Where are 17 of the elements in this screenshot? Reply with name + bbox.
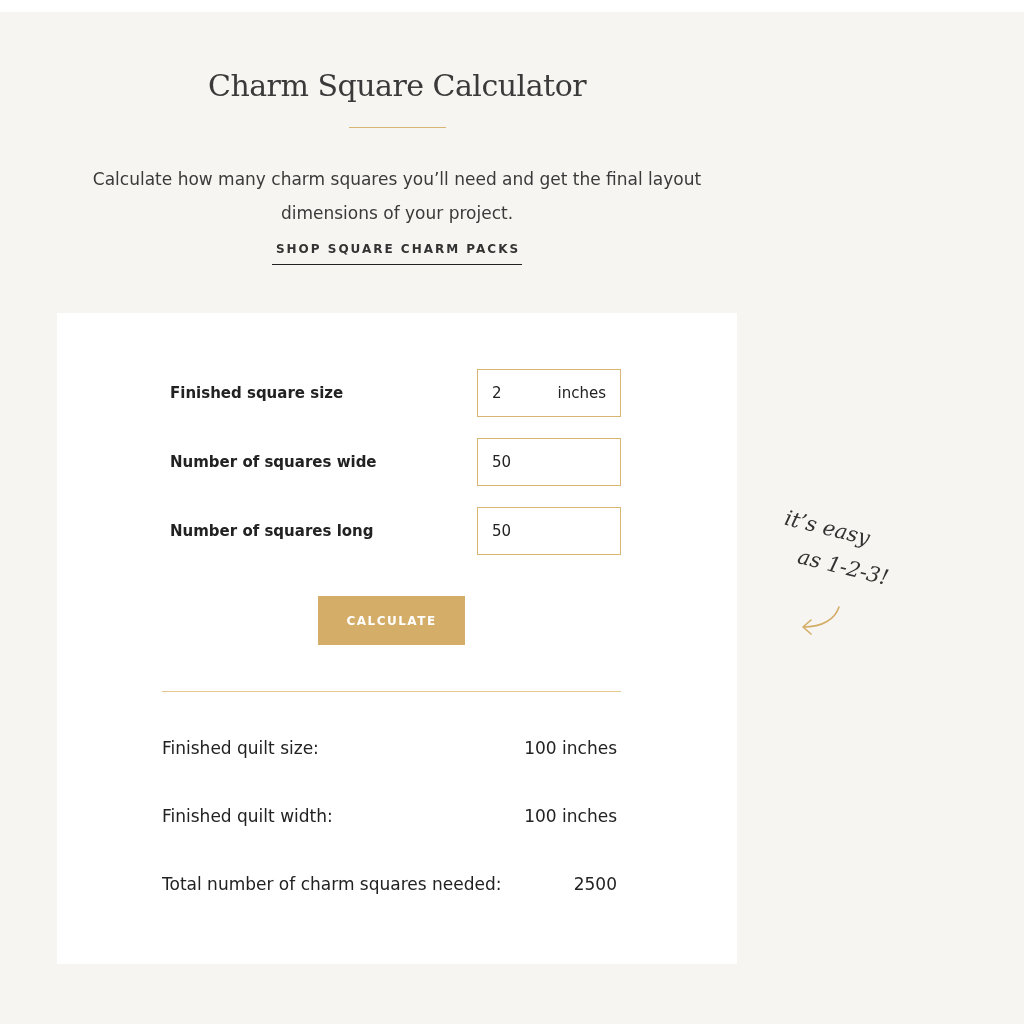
result-value: 100 inches [524, 738, 617, 760]
arrow-icon [799, 605, 843, 638]
field-label: Finished square size [170, 384, 344, 402]
result-label: Finished quilt width: [162, 806, 333, 828]
result-value: 100 inches [524, 806, 617, 828]
description: Calculate how many charm squares you’ll need and get the final layout dimensions of your project. [91, 168, 703, 225]
field-label: Number of squares long [170, 522, 374, 540]
handwritten-note: it’s easy [781, 504, 874, 553]
input-field[interactable]: 50 [477, 507, 621, 555]
field-label: Number of squares wide [170, 453, 377, 471]
result-label: Finished quilt size: [162, 738, 319, 760]
result-value: 2500 [573, 874, 617, 896]
input-field[interactable]: 50 [477, 438, 621, 486]
page-title: Charm Square Calculator [207, 68, 587, 103]
input-field[interactable]: 2 inches [477, 369, 621, 417]
result-label: Total number of charm squares needed: [162, 874, 502, 896]
shop-link[interactable]: SHOP SQUARE CHARM PACKS [271, 242, 523, 265]
